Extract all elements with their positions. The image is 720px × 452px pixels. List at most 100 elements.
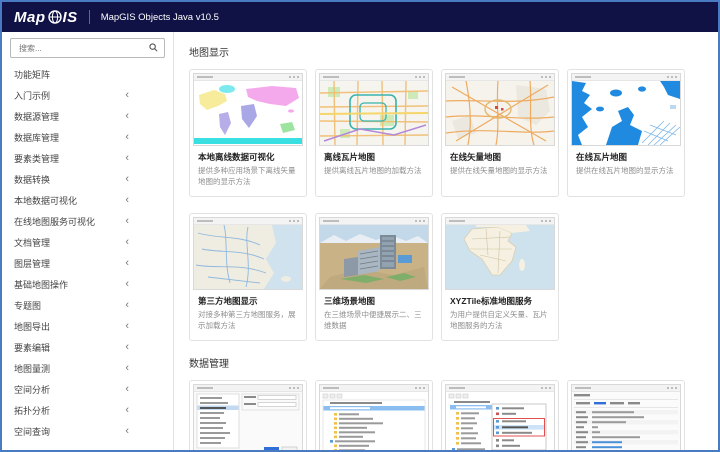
- sidebar-item-label: 地图量测: [14, 364, 51, 374]
- sidebar-item-topology-analysis[interactable]: 拓扑分析 ‹: [2, 400, 173, 421]
- thumb-window-titlebar: [194, 217, 302, 225]
- card-description: 提供离线瓦片地图的加载方法: [324, 166, 422, 175]
- chevron-collapsed-icon: ‹: [125, 320, 129, 332]
- card-third-party-map[interactable]: 第三方地图显示 对接多种第三方地图服务，展示加载方法: [189, 212, 307, 341]
- card-title: 在线瓦片地图: [576, 152, 628, 162]
- chevron-collapsed-icon: ‹: [125, 404, 129, 416]
- sidebar-item-label: 本地数据可视化: [14, 196, 78, 206]
- chevron-collapsed-icon: ‹: [125, 173, 129, 185]
- card-description: 提供在线矢量地图的显示方法: [450, 166, 548, 175]
- thumb-window-titlebar: [572, 384, 680, 392]
- app-window: Map IS MapGIS Objects Java v10.5 搜索... 功…: [0, 0, 720, 452]
- thumb-window-titlebar: [446, 384, 554, 392]
- chevron-collapsed-icon: ‹: [125, 152, 129, 164]
- mapgis-logo: Map IS: [14, 9, 78, 26]
- sidebar-item-featureclass-mgmt[interactable]: 要素类管理 ‹: [2, 148, 173, 169]
- sidebar-item-label: 文档管理: [14, 238, 51, 248]
- data-management-card-grid: 数据源配置: [189, 379, 714, 450]
- card-datasource-config[interactable]: 数据源配置: [189, 379, 307, 450]
- search-input[interactable]: [17, 42, 149, 54]
- section-title-map-display: 地图显示: [189, 48, 229, 59]
- card-get-databases-from-source[interactable]: 获取数据源中的数据库: [315, 379, 433, 450]
- sidebar-item-function-matrix[interactable]: 功能矩阵: [2, 64, 173, 85]
- sidebar-item-local-visualization[interactable]: 本地数据可视化 ‹: [2, 190, 173, 211]
- search-box[interactable]: [10, 38, 165, 58]
- sidebar-item-label: 在线地图服务可视化: [14, 217, 96, 227]
- sidebar-item-spatial-query[interactable]: 空间查询 ‹: [2, 421, 173, 442]
- sidebar-item-label: 专题图: [14, 301, 42, 311]
- sidebar-item-label: 入门示例: [14, 91, 51, 101]
- sidebar: 功能矩阵 入门示例 ‹ 数据源管理 ‹ 数据库管理 ‹ 要素类管理 ‹ 数据转换…: [2, 32, 174, 450]
- chevron-collapsed-icon: ‹: [125, 383, 129, 395]
- thumb-window-titlebar: [446, 217, 554, 225]
- thumb-window-titlebar: [572, 74, 680, 81]
- card-online-tile-map[interactable]: 在线瓦片地图 提供在线瓦片地图的显示方法: [567, 69, 685, 197]
- sidebar-item-label: 数据转换: [14, 175, 51, 185]
- thumb-window-titlebar: [320, 74, 428, 81]
- sidebar-item-data-conversion[interactable]: 数据转换 ‹: [2, 169, 173, 190]
- sidebar-item-basic-map-ops[interactable]: 基础地图操作 ‹: [2, 274, 173, 295]
- thumb-catalog-context-menu: [445, 383, 555, 450]
- sidebar-item-getting-started[interactable]: 入门示例 ‹: [2, 85, 173, 106]
- thumb-city-street-map: [319, 73, 429, 146]
- card-online-vector-map[interactable]: 在线矢量地图 提供在线矢量地图的显示方法: [441, 69, 559, 197]
- thumb-database-tree-window: [319, 383, 429, 450]
- thumb-road-network-map: [445, 73, 555, 146]
- search-icon[interactable]: [149, 39, 158, 57]
- card-database-common-ops[interactable]: 数据库常用操作: [441, 379, 559, 450]
- sidebar-item-label: 拓扑分析: [14, 406, 51, 416]
- sidebar-item-label: 数据库管理: [14, 133, 60, 143]
- sidebar-item-layer-mgmt[interactable]: 图层管理 ‹: [2, 253, 173, 274]
- chevron-collapsed-icon: ‹: [125, 215, 129, 227]
- sidebar-item-datasource-mgmt[interactable]: 数据源管理 ‹: [2, 106, 173, 127]
- sidebar-item-document-mgmt[interactable]: 文档管理 ‹: [2, 232, 173, 253]
- thumb-africa-map: [445, 216, 555, 290]
- chevron-collapsed-icon: ‹: [125, 425, 129, 437]
- thumb-window-titlebar: [446, 74, 554, 81]
- card-title: 离线瓦片地图: [324, 152, 376, 162]
- card-title: XYZTile标准地图服务: [450, 295, 533, 306]
- sidebar-item-label: 基础地图操作: [14, 280, 69, 290]
- card-title: 本地离线数据可视化: [198, 152, 275, 162]
- card-local-offline-visualization[interactable]: 本地离线数据可视化 提供多种应用场景下离线矢量地图的显示方法: [189, 69, 307, 197]
- chevron-collapsed-icon: ‹: [125, 110, 129, 122]
- card-featureclass-info[interactable]: 要素类信息: [567, 379, 685, 450]
- chevron-collapsed-icon: ‹: [125, 299, 129, 311]
- app-title: MapGIS Objects Java v10.5: [100, 11, 219, 23]
- card-title: 第三方地图显示: [198, 295, 258, 306]
- card-offline-tile-map[interactable]: 离线瓦片地图 提供离线瓦片地图的加载方法: [315, 69, 433, 197]
- main-content: 地图显示 本地离线数据可视化 提供多种应用场景下离线矢量地图的显示方法 离线瓦片…: [174, 32, 718, 450]
- sidebar-item-map-measure[interactable]: 地图量测 ‹: [2, 358, 173, 379]
- sidebar-item-spatial-analysis[interactable]: 空间分析 ‹: [2, 379, 173, 400]
- card-xyztile-standard-service[interactable]: XYZTile标准地图服务 为用户提供自定义矢量、瓦片地图服务的方法: [441, 212, 559, 341]
- sidebar-item-thematic-map[interactable]: 专题图 ‹: [2, 295, 173, 316]
- sidebar-item-label: 要素编辑: [14, 343, 51, 353]
- chevron-collapsed-icon: ‹: [125, 257, 129, 269]
- card-description: 为用户提供自定义矢量、瓦片地图服务的方法: [450, 309, 548, 330]
- chevron-collapsed-icon: ‹: [125, 362, 129, 374]
- sidebar-item-online-map-visualization[interactable]: 在线地图服务可视化 ‹: [2, 211, 173, 232]
- sidebar-item-label: 空间分析: [14, 385, 51, 395]
- card-description: 对接多种第三方地图服务，展示加载方法: [198, 309, 296, 330]
- chevron-collapsed-icon: ‹: [125, 194, 129, 206]
- sidebar-item-label: 地图导出: [14, 322, 51, 332]
- chevron-collapsed-icon: ‹: [125, 131, 129, 143]
- thumb-window-titlebar: [194, 384, 302, 392]
- sidebar-item-map-export[interactable]: 地图导出 ‹: [2, 316, 173, 337]
- card-title: 在线矢量地图: [450, 152, 502, 162]
- thumb-featureclass-properties-panel: [571, 383, 681, 450]
- card-title: 三维场景地图: [324, 295, 376, 306]
- thumb-world-vector-map: [193, 73, 303, 146]
- thumb-datasource-config-dialog: [193, 383, 303, 450]
- chevron-collapsed-icon: ‹: [125, 341, 129, 353]
- card-description: 在三维场景中便捷展示二、三维数据: [324, 309, 422, 330]
- sidebar-item-label: 图层管理: [14, 259, 51, 269]
- sidebar-item-database-mgmt[interactable]: 数据库管理 ‹: [2, 127, 173, 148]
- sidebar-item-label: 功能矩阵: [14, 70, 51, 80]
- thumb-window-titlebar: [320, 217, 428, 225]
- globe-icon: [47, 9, 62, 27]
- map-display-card-grid: 本地离线数据可视化 提供多种应用场景下离线矢量地图的显示方法 离线瓦片地图 提供…: [189, 69, 714, 341]
- card-3d-scene-map[interactable]: 三维场景地图 在三维场景中便捷展示二、三维数据: [315, 212, 433, 341]
- sidebar-item-feature-edit[interactable]: 要素编辑 ‹: [2, 337, 173, 358]
- logo-text-map: Map: [14, 8, 46, 26]
